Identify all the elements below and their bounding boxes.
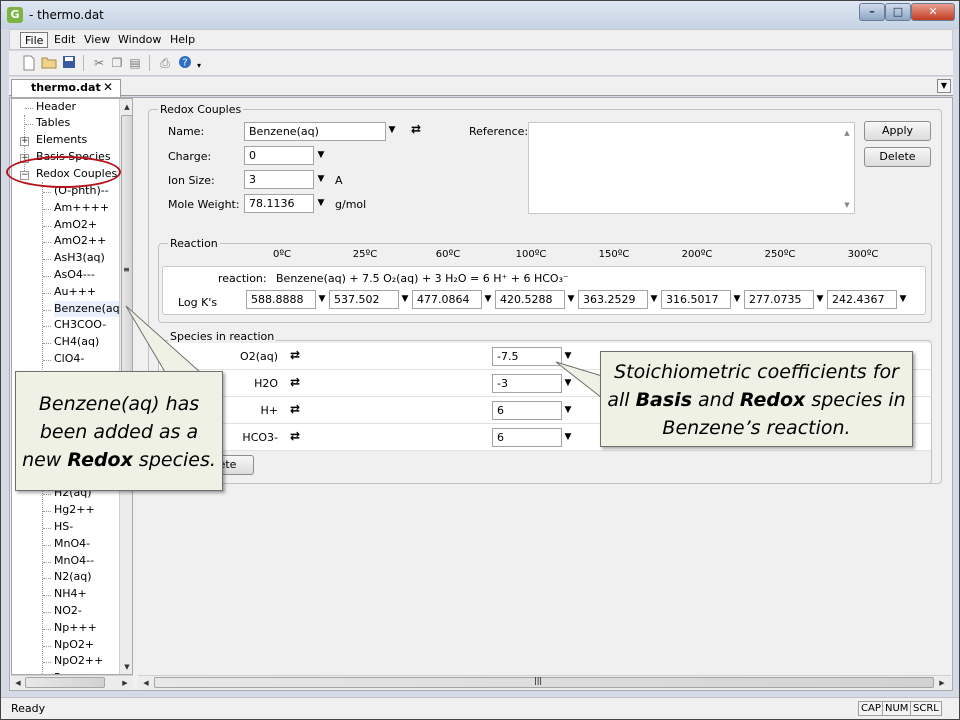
callout-left-line1: Benzene(aq) has: [38, 393, 200, 415]
callout-right-line1: Stoichiometric coefficients for: [614, 361, 899, 383]
callout-left-line3: new Redox species.: [22, 449, 216, 471]
callout-right: Stoichiometric coefficients for all Basi…: [600, 351, 913, 447]
callout-right-line3: Benzene’s reaction.: [662, 417, 851, 439]
callout-left-line2: been added as a: [39, 421, 199, 443]
callout-left: Benzene(aq) has been added as a new Redo…: [15, 371, 223, 491]
callout-right-line2: all Basis and Redox species in: [607, 389, 906, 411]
